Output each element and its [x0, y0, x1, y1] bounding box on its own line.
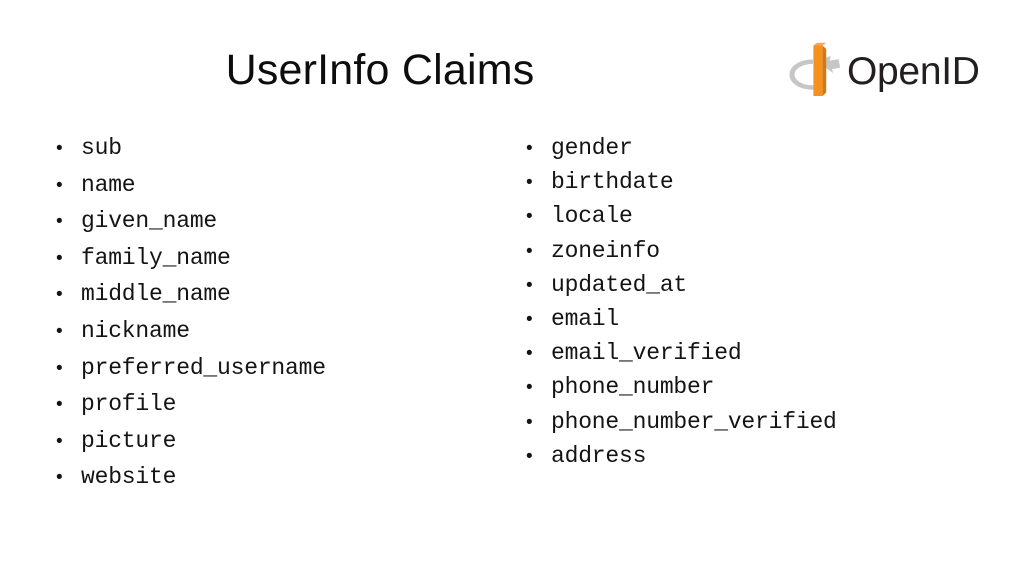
claim-label: profile	[81, 391, 177, 418]
bullet-icon: •	[56, 174, 63, 196]
bullet-icon: •	[526, 274, 533, 296]
bullet-icon: •	[56, 138, 63, 159]
claim-label: middle_name	[81, 281, 231, 308]
list-item: • address	[526, 442, 996, 479]
list-item: • updated_at	[526, 271, 996, 308]
list-item: • email_verified	[526, 342, 996, 376]
list-item: • phone_number_verified	[526, 408, 996, 445]
claim-label: name	[81, 171, 136, 198]
claim-label: gender	[551, 135, 633, 161]
claim-label: picture	[81, 427, 177, 454]
list-item: • preferred_username	[56, 354, 496, 394]
list-item: • name	[56, 171, 496, 211]
list-item: • middle_name	[56, 283, 496, 320]
claim-label: updated_at	[551, 271, 688, 298]
claims-column-right: • gender • birthdate • locale • zoneinfo • update…	[526, 137, 996, 479]
claim-label: phone_number_verified	[551, 408, 837, 435]
claim-label: birthdate	[551, 169, 674, 196]
bullet-icon: •	[526, 411, 533, 433]
list-item: • phone_number	[526, 376, 996, 410]
bullet-icon: •	[56, 430, 63, 452]
bullet-icon: •	[526, 138, 533, 159]
claims-column-left: • sub • name • given_name • family_name • middle_…	[56, 137, 496, 503]
bullet-icon: •	[56, 467, 63, 489]
bullet-icon: •	[526, 377, 533, 399]
claim-label: zoneinfo	[551, 237, 660, 264]
claim-label: website	[81, 464, 177, 491]
list-item: • email	[526, 305, 996, 342]
claim-label: phone_number	[551, 374, 715, 401]
bullet-icon: •	[56, 320, 63, 342]
bullet-icon: •	[56, 211, 63, 233]
bullet-icon: •	[56, 394, 63, 416]
list-item: • given_name	[56, 210, 496, 247]
bullet-icon: •	[526, 240, 533, 262]
list-item: • locale	[526, 205, 996, 239]
list-item: • zoneinfo	[526, 237, 996, 274]
slide-userinfo-claims: UserInfo Claims OpenID • sub • name • given_n…	[0, 0, 1024, 576]
claim-label: nickname	[81, 317, 190, 344]
bullet-icon: •	[526, 343, 533, 365]
claim-label: email_verified	[551, 340, 742, 367]
bullet-icon: •	[526, 445, 533, 467]
claims-list: • sub • name • given_name • family_name • middle_…	[0, 0, 1024, 576]
list-item: • birthdate	[526, 171, 996, 205]
claim-label: address	[551, 442, 647, 469]
claim-label: preferred_username	[81, 354, 326, 381]
list-item: • gender	[526, 137, 996, 171]
list-item: • family_name	[56, 244, 496, 284]
claim-label: family_name	[81, 244, 231, 271]
list-item: • website	[56, 466, 496, 503]
claim-label: sub	[81, 135, 122, 161]
bullet-icon: •	[526, 308, 533, 330]
claim-label: given_name	[81, 208, 218, 235]
bullet-icon: •	[56, 247, 63, 269]
list-item: • profile	[56, 393, 496, 430]
bullet-icon: •	[526, 206, 533, 228]
list-item: • picture	[56, 427, 496, 467]
bullet-icon: •	[56, 357, 63, 379]
list-item: • sub	[56, 137, 496, 174]
bullet-icon: •	[56, 284, 63, 306]
bullet-icon: •	[526, 172, 533, 194]
claim-label: email	[551, 305, 620, 332]
list-item: • nickname	[56, 317, 496, 357]
claim-label: locale	[551, 203, 633, 230]
